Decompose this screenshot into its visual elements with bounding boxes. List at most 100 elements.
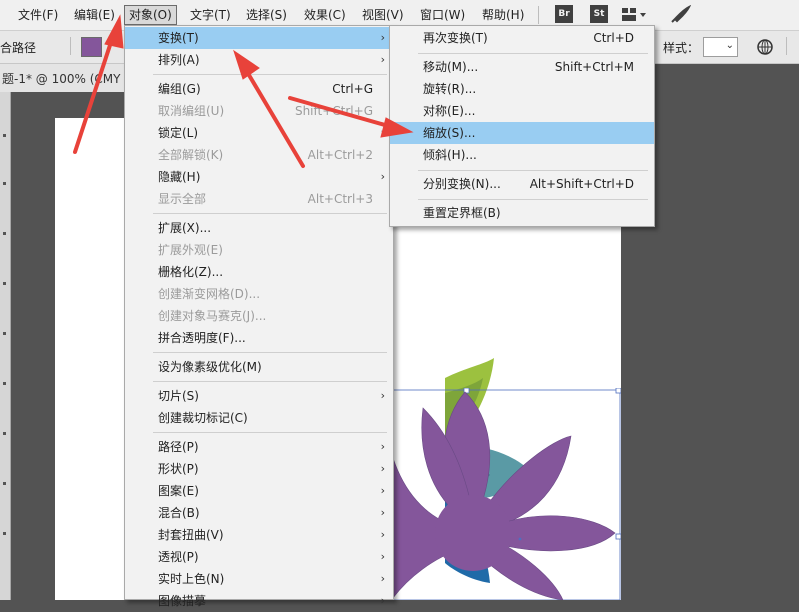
- menu-item-gradient-mesh[interactable]: 创建渐变网格(D)...: [125, 283, 393, 305]
- tool-marker[interactable]: [3, 532, 6, 535]
- menu-item-label: 对称(E)...: [423, 104, 476, 118]
- chevron-right-icon: ›: [380, 484, 385, 497]
- menu-item-image-trace[interactable]: 图像描摹 ›: [125, 590, 393, 612]
- menu-item-label: 图像描摹: [158, 594, 207, 608]
- menu-item-shortcut: Alt+Shift+Ctrl+D: [529, 177, 634, 191]
- menu-item-rasterize[interactable]: 栅格化(Z)...: [125, 261, 393, 283]
- menu-select[interactable]: 选择(S): [242, 5, 291, 25]
- menu-item-label: 混合(B): [158, 506, 200, 520]
- chevron-right-icon: ›: [380, 594, 385, 607]
- style-label: 样式：: [663, 41, 700, 55]
- menu-edit[interactable]: 编辑(E): [70, 5, 119, 25]
- menu-item-blend[interactable]: 混合(B) ›: [125, 502, 393, 524]
- menu-item-show-all[interactable]: 显示全部 Alt+Ctrl+3: [125, 188, 393, 210]
- tool-marker[interactable]: [3, 182, 6, 185]
- menu-item-transform[interactable]: 变换(T) ›: [125, 27, 393, 49]
- tool-marker[interactable]: [3, 432, 6, 435]
- menu-type[interactable]: 文字(T): [186, 5, 235, 25]
- menu-item-label: 重置定界框(B): [423, 206, 501, 220]
- workspace-layout-icon[interactable]: [621, 7, 647, 23]
- tool-marker[interactable]: [3, 482, 6, 485]
- chevron-right-icon: ›: [380, 440, 385, 453]
- menu-item-perspective[interactable]: 透视(P) ›: [125, 546, 393, 568]
- menu-item-shortcut: Alt+Ctrl+2: [307, 148, 373, 162]
- tool-marker[interactable]: [3, 382, 6, 385]
- menu-item-label: 取消编组(U): [158, 104, 225, 118]
- purple-flower[interactable]: [393, 388, 621, 600]
- menu-item-move[interactable]: 移动(M)... Shift+Ctrl+M: [390, 56, 654, 78]
- chevron-right-icon: ›: [380, 462, 385, 475]
- menu-item-object-mosaic[interactable]: 创建对象马赛克(J)...: [125, 305, 393, 327]
- menu-window[interactable]: 窗口(W): [416, 5, 469, 25]
- menu-item-transform-each[interactable]: 分别变换(N)... Alt+Shift+Ctrl+D: [390, 173, 654, 195]
- menu-view[interactable]: 视图(V): [358, 5, 408, 25]
- menu-item-label: 设为像素级优化(M): [158, 360, 262, 374]
- menu-item-expand-appearance[interactable]: 扩展外观(E): [125, 239, 393, 261]
- fill-swatch[interactable]: [81, 37, 102, 57]
- chevron-right-icon: ›: [380, 389, 385, 402]
- menu-item-label: 拼合透明度(F)...: [158, 331, 246, 345]
- menu-item-label: 创建对象马赛克(J)...: [158, 309, 267, 323]
- document-tab[interactable]: 题-1* @ 100% (CMY: [0, 64, 141, 92]
- menu-item-label: 排列(A): [158, 53, 200, 67]
- menu-item-unlock-all[interactable]: 全部解锁(K) Alt+Ctrl+2: [125, 144, 393, 166]
- tool-marker[interactable]: [3, 332, 6, 335]
- transform-submenu: 再次变换(T) Ctrl+D 移动(M)... Shift+Ctrl+M 旋转(R)…: [389, 25, 655, 227]
- tool-marker[interactable]: [3, 282, 6, 285]
- menu-item-label: 路径(P): [158, 440, 199, 454]
- menu-item-shear[interactable]: 倾斜(H)...: [390, 144, 654, 166]
- stock-app-icon[interactable]: St: [590, 5, 608, 23]
- menu-item-arrange[interactable]: 排列(A) ›: [125, 49, 393, 71]
- menu-item-label: 倾斜(H)...: [423, 148, 477, 162]
- menu-item-hide[interactable]: 隐藏(H) ›: [125, 166, 393, 188]
- menubar-separator: [538, 6, 539, 24]
- menu-item-lock[interactable]: 锁定(L) ›: [125, 122, 393, 144]
- menu-item-pixel-perfect[interactable]: 设为像素级优化(M): [125, 356, 393, 378]
- menu-item-label: 扩展外观(E): [158, 243, 223, 257]
- style-dropdown[interactable]: ⌄: [703, 37, 738, 57]
- menu-item-reset-bounding-box[interactable]: 重置定界框(B): [390, 202, 654, 224]
- menu-item-live-paint[interactable]: 实时上色(N) ›: [125, 568, 393, 590]
- menu-item-label: 再次变换(T): [423, 31, 488, 45]
- menu-item-label: 编组(G): [158, 82, 201, 96]
- menu-item-shortcut: Ctrl+D: [593, 31, 634, 45]
- menu-item-shortcut: Shift+Ctrl+M: [554, 60, 634, 74]
- document-tab-title: 题-1* @ 100% (CMY: [2, 72, 121, 86]
- menu-item-rotate[interactable]: 旋转(R)...: [390, 78, 654, 100]
- rocket-icon[interactable]: [669, 5, 691, 25]
- globe-icon[interactable]: [757, 39, 773, 55]
- menu-item-label: 扩展(X)...: [158, 221, 212, 235]
- menu-effect[interactable]: 效果(C): [300, 5, 350, 25]
- menu-item-label: 图案(E): [158, 484, 199, 498]
- menu-item-slice[interactable]: 切片(S) ›: [125, 385, 393, 407]
- menu-item-label: 切片(S): [158, 389, 199, 403]
- menu-item-shape[interactable]: 形状(P) ›: [125, 458, 393, 480]
- menu-object[interactable]: 对象(O): [124, 5, 177, 25]
- menu-item-trim-marks[interactable]: 创建裁切标记(C): [125, 407, 393, 429]
- menu-file[interactable]: 文件(F): [14, 5, 62, 25]
- menu-item-transform-again[interactable]: 再次变换(T) Ctrl+D: [390, 27, 654, 49]
- object-menu: 变换(T) › 排列(A) › 编组(G) Ctrl+G 取消编组(U) Shift+C…: [124, 25, 394, 608]
- menu-separator: [418, 199, 648, 200]
- chevron-right-icon: ›: [380, 31, 385, 44]
- tool-marker[interactable]: [3, 134, 6, 137]
- menu-item-group[interactable]: 编组(G) Ctrl+G: [125, 78, 393, 100]
- menu-item-envelope-distort[interactable]: 封套扭曲(V) ›: [125, 524, 393, 546]
- menu-item-label: 缩放(S)...: [423, 126, 476, 140]
- menu-item-ungroup[interactable]: 取消编组(U) Shift+Ctrl+G: [125, 100, 393, 122]
- menu-item-label: 全部解锁(K): [158, 148, 224, 162]
- menu-separator: [153, 352, 387, 353]
- menu-item-flatten-transparency[interactable]: 拼合透明度(F)...: [125, 327, 393, 349]
- menu-item-label: 旋转(R)...: [423, 82, 477, 96]
- menu-item-reflect[interactable]: 对称(E)...: [390, 100, 654, 122]
- chevron-right-icon: ›: [380, 528, 385, 541]
- menu-item-path[interactable]: 路径(P) ›: [125, 436, 393, 458]
- bridge-app-icon[interactable]: Br: [555, 5, 573, 23]
- chevron-down-icon: ⌄: [725, 40, 734, 51]
- menu-item-expand[interactable]: 扩展(X)...: [125, 217, 393, 239]
- menu-help[interactable]: 帮助(H): [478, 5, 528, 25]
- tool-marker[interactable]: [3, 232, 6, 235]
- menu-item-shortcut: Alt+Ctrl+3: [307, 192, 373, 206]
- menu-item-scale[interactable]: 缩放(S)...: [390, 122, 654, 144]
- menu-item-pattern[interactable]: 图案(E) ›: [125, 480, 393, 502]
